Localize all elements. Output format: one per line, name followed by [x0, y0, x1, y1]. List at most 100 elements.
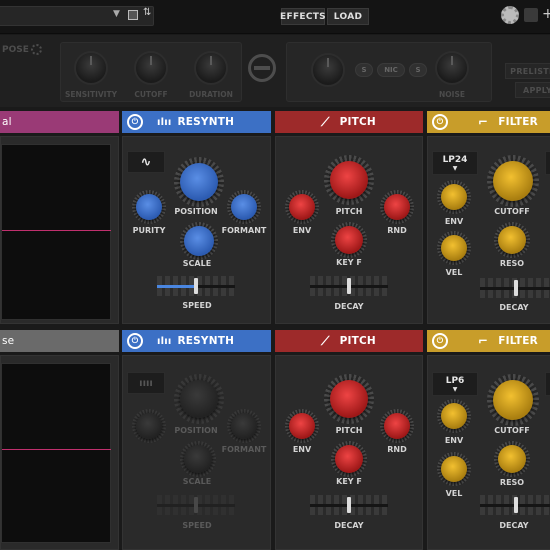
purity-knob[interactable] — [132, 409, 166, 443]
power-icon[interactable]: ⏻ — [127, 333, 143, 349]
layer1-resynth-body: ∿ POSITION PURITY FORMANT SCALE SPEED — [122, 136, 271, 324]
pitch-knob[interactable] — [324, 155, 374, 205]
waveform-icon: ılıı — [157, 335, 172, 347]
noise-knob[interactable] — [435, 51, 469, 85]
layer1-header[interactable]: al — [0, 111, 119, 133]
pitch-env-knob[interactable] — [285, 409, 319, 443]
gear-icon[interactable] — [31, 44, 42, 55]
pitch-icon: ⟋ — [321, 114, 330, 129]
layer2-pitch-body: PITCH ENV RND KEY F DECAY — [275, 355, 423, 550]
pitch-env-knob[interactable] — [285, 190, 319, 224]
reso-knob[interactable] — [494, 222, 530, 258]
position-knob[interactable] — [174, 374, 224, 424]
pitch-env-label: ENV — [292, 445, 312, 454]
filter-decay-fader[interactable] — [480, 278, 550, 298]
filter-decay-fader[interactable] — [480, 495, 550, 515]
link-icon[interactable] — [248, 54, 276, 82]
pitch-decay-label: DECAY — [334, 302, 364, 311]
effects-button[interactable]: EFFECTS — [280, 8, 326, 25]
sort-icon[interactable]: ⇅ — [143, 7, 151, 18]
power-icon[interactable]: ⏻ — [127, 114, 143, 130]
formant-label: FORMANT — [221, 445, 267, 454]
add-icon[interactable]: + — [542, 6, 550, 22]
speed-fader[interactable] — [157, 495, 235, 515]
cutoff-label: CUTOFF — [494, 207, 530, 216]
pitch-decay-fader[interactable] — [310, 276, 388, 296]
filter-decay-label: DECAY — [499, 303, 529, 312]
scale-label: SCALE — [182, 259, 212, 268]
purity-label: PURITY — [132, 226, 166, 235]
pill-2[interactable]: NIC — [377, 63, 405, 77]
tonal-knob[interactable] — [311, 53, 345, 87]
noise-wave-selector[interactable]: ıııı — [127, 372, 165, 394]
position-knob[interactable] — [174, 157, 224, 207]
layer2-pitch-header[interactable]: ⟋ PITCH — [275, 330, 423, 352]
next-icon[interactable] — [524, 8, 538, 22]
pitch-decay-label: DECAY — [334, 521, 364, 530]
pitch-decay-fader[interactable] — [310, 495, 388, 515]
layer2-header[interactable]: se — [0, 330, 119, 352]
filter-env-knob[interactable] — [437, 399, 471, 433]
pitch-label: PITCH — [335, 207, 363, 216]
vel-knob[interactable] — [437, 231, 471, 265]
reso-label: RESO — [499, 478, 525, 487]
filter-type-dropdown[interactable]: LP24 ▼ — [432, 151, 478, 175]
apply-button[interactable]: APPLY — [515, 82, 550, 98]
filter-env-label: ENV — [444, 217, 464, 226]
sine-wave-selector[interactable]: ∿ — [127, 151, 165, 173]
filter-type-dropdown[interactable]: LP6 ▼ — [432, 372, 478, 396]
filter-shape-icon: ⌐ — [478, 334, 489, 348]
sensitivity-knob[interactable] — [74, 51, 108, 85]
cutoff-knob[interactable] — [134, 51, 168, 85]
speed-fader[interactable] — [157, 276, 235, 296]
layer1-display-panel — [0, 136, 119, 324]
layer2-filter-header[interactable]: ⏻ ⌐ FILTER — [427, 330, 550, 352]
waveform-icon: ılıı — [157, 116, 172, 128]
filter-side-dropdown[interactable] — [545, 151, 550, 175]
keyf-label: KEY F — [336, 258, 362, 267]
duration-knob[interactable] — [194, 51, 228, 85]
pitch-knob[interactable] — [324, 374, 374, 424]
scale-knob[interactable] — [180, 441, 216, 477]
formant-knob[interactable] — [227, 190, 261, 224]
layer1-filter-title: FILTER — [498, 116, 538, 128]
save-icon[interactable] — [128, 10, 138, 20]
filter-side-dropdown[interactable] — [545, 372, 550, 396]
power-icon[interactable]: ⏻ — [432, 333, 448, 349]
formant-label: FORMANT — [221, 226, 267, 235]
keyf-knob[interactable] — [331, 441, 367, 477]
scale-knob[interactable] — [180, 222, 218, 260]
pill-3[interactable]: S — [409, 63, 427, 77]
speed-label: SPEED — [182, 521, 212, 530]
chevron-down-icon: ▼ — [452, 164, 458, 172]
formant-knob[interactable] — [227, 409, 261, 443]
pill-1[interactable]: S — [355, 63, 373, 77]
layer1-resynth-header[interactable]: ⏻ ılıı RESYNTH — [122, 111, 271, 133]
rnd-knob[interactable] — [380, 409, 414, 443]
waveform-line — [2, 449, 111, 450]
keyf-knob[interactable] — [331, 222, 367, 258]
layer1-name: al — [2, 116, 12, 128]
cutoff-knob[interactable] — [487, 374, 539, 426]
layer2-resynth-header[interactable]: ⏻ ılıı RESYNTH — [122, 330, 271, 352]
prelisten-button[interactable]: PRELISTE — [505, 63, 550, 79]
layer1-pitch-header[interactable]: ⟋ PITCH — [275, 111, 423, 133]
power-icon[interactable]: ⏻ — [432, 114, 448, 130]
filter-decay-label: DECAY — [499, 521, 529, 530]
duration-label: DURATION — [189, 90, 233, 99]
layer2-display-panel — [0, 355, 119, 550]
position-label: POSITION — [174, 426, 218, 435]
load-button[interactable]: LOAD — [327, 8, 369, 25]
pitch-env-label: ENV — [292, 226, 312, 235]
chevron-down-icon[interactable]: ▼ — [113, 9, 120, 19]
cutoff-knob[interactable] — [487, 155, 539, 207]
filter-env-knob[interactable] — [437, 180, 471, 214]
reso-knob[interactable] — [494, 441, 530, 477]
gear-icon[interactable] — [501, 6, 519, 24]
vel-knob[interactable] — [437, 452, 471, 486]
layer1-pitch-title: PITCH — [339, 116, 376, 128]
layer1-filter-header[interactable]: ⏻ ⌐ FILTER — [427, 111, 550, 133]
rnd-knob[interactable] — [380, 190, 414, 224]
preset-selector[interactable]: ▼ ⇅ — [0, 6, 154, 26]
purity-knob[interactable] — [132, 190, 166, 224]
